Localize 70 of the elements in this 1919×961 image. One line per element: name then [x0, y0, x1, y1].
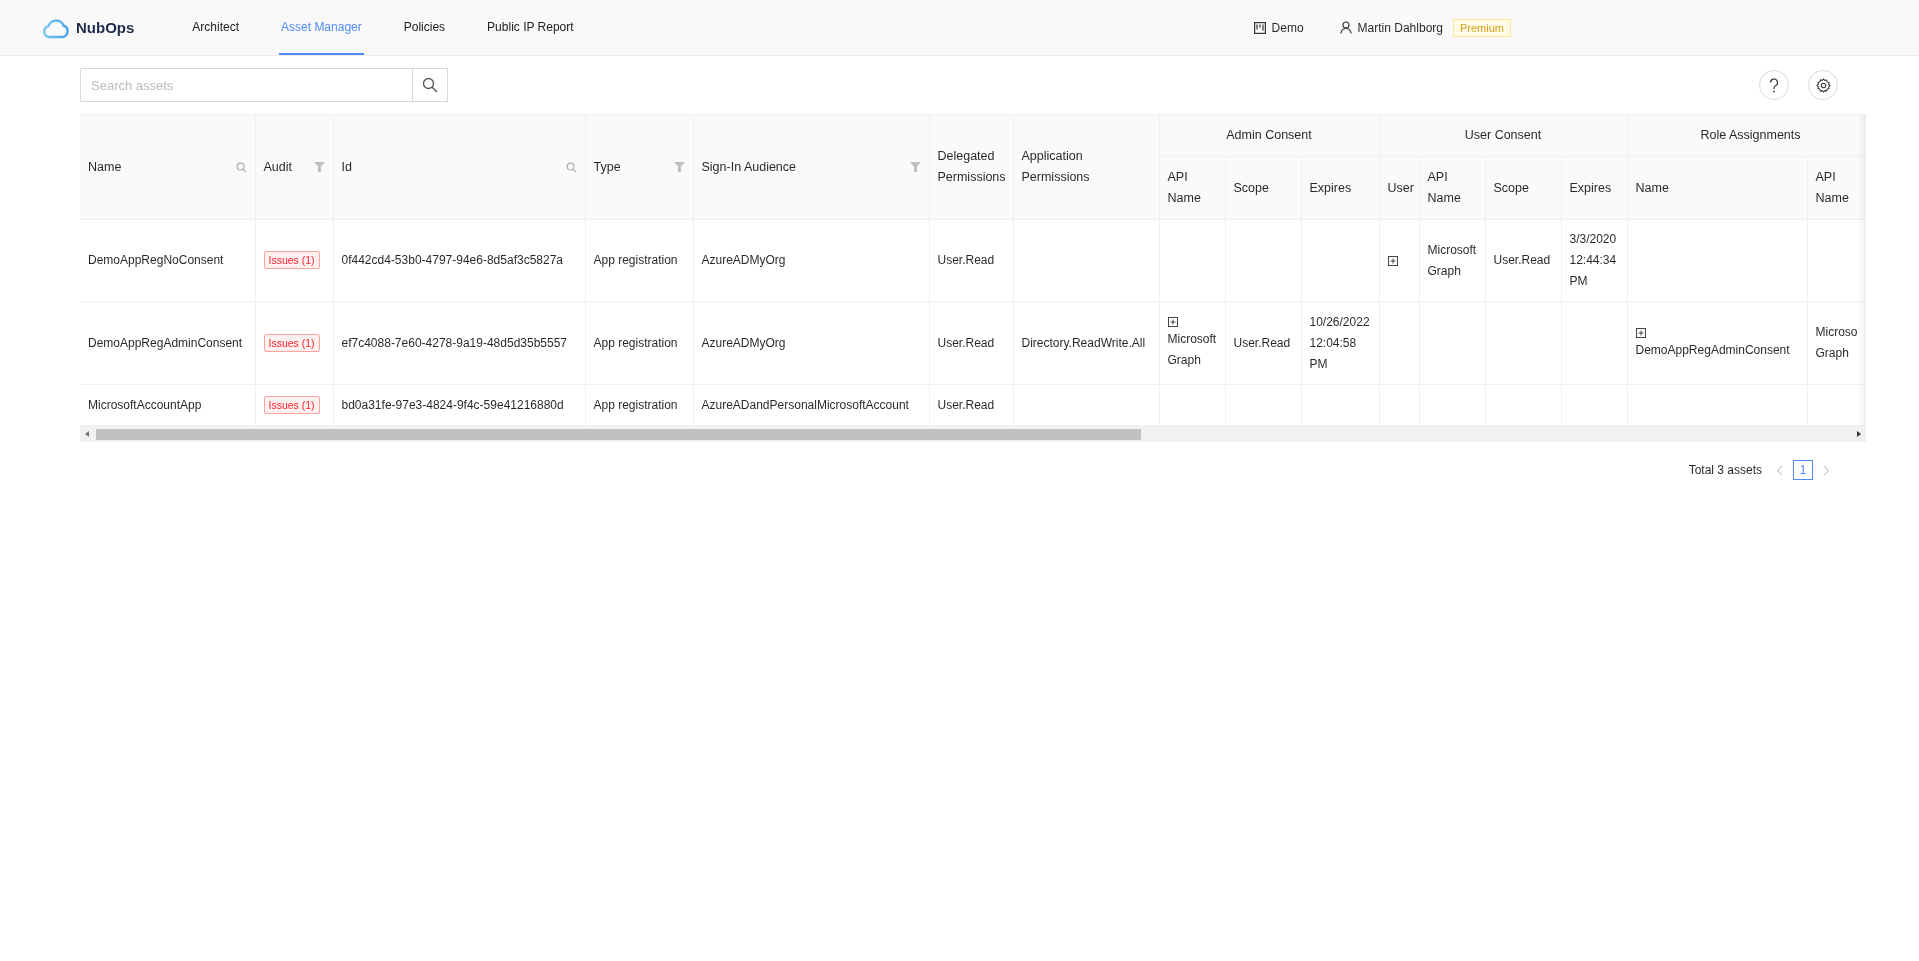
settings-button[interactable] — [1808, 70, 1838, 100]
horizontal-scrollbar[interactable] — [80, 426, 1866, 442]
expand-icon[interactable] — [1387, 255, 1398, 266]
table-cell: MicrosoftAccountApp — [80, 384, 255, 426]
search-button[interactable] — [412, 68, 448, 102]
table-cell: AzureADMyOrg — [693, 301, 929, 385]
column-header: User Consent — [1464, 128, 1542, 142]
search-field[interactable]: Search assets — [80, 68, 412, 102]
column-header: Expires — [1569, 180, 1612, 195]
table-cell: App registration — [585, 384, 693, 426]
column-header: API Name — [1427, 170, 1461, 205]
column-header: Scope — [1493, 180, 1529, 195]
board-icon — [1253, 21, 1266, 34]
column-header: API Name — [1815, 170, 1849, 205]
column-header: User — [1387, 180, 1414, 195]
table-cell: 0f442cd4-53b0-4797-94e6-8d5af3c5827a — [333, 219, 585, 302]
table-cell: bd0a31fe-97e3-4824-9f4c-59e41216880d — [333, 384, 585, 426]
settings-icon — [1815, 77, 1831, 93]
table-cell: User.Read — [929, 219, 1013, 302]
issues-badge[interactable]: Issues (1) — [263, 395, 320, 414]
previous-page-icon — [1776, 464, 1783, 476]
table-cell: AzureADMyOrg — [693, 219, 929, 302]
column-header: Name — [1635, 180, 1669, 195]
table-cell: User.Read — [929, 384, 1013, 426]
question-mark-icon — [1769, 77, 1779, 93]
column-header: Id — [341, 158, 352, 176]
table-cell: DemoAppRegNoConsent — [80, 219, 255, 302]
column-header: Expires — [1309, 180, 1352, 195]
column-header: Sign-In Audience — [701, 158, 796, 176]
table-cell: AzureADandPersonalMicrosoftAccount — [693, 384, 929, 426]
nav-tab[interactable]: Public IP Report — [485, 0, 576, 55]
expand-icon[interactable] — [1635, 327, 1646, 338]
expand-icon[interactable] — [1167, 317, 1178, 327]
column-header: Delegated Permissions — [937, 148, 1006, 186]
nav-tab[interactable]: Policies — [401, 0, 448, 55]
column-header: API Name — [1167, 170, 1201, 205]
cloud-logo-icon — [42, 16, 70, 39]
nav-tab[interactable]: Architect — [190, 0, 242, 55]
table-cell: User.Read — [1225, 301, 1301, 385]
issues-badge[interactable]: Issues (1) — [263, 251, 320, 269]
table-cell: Microsoft Graph — [1419, 219, 1485, 302]
search-icon — [422, 77, 438, 93]
total-count: Total 3 assets — [1688, 463, 1762, 477]
table-cell: Directory.ReadWrite.All — [1013, 301, 1159, 385]
table-cell: DemoAppRegAdminConsent — [80, 301, 255, 385]
table-cell: User.Read — [1485, 219, 1561, 302]
app-logo-text: NubOps — [76, 19, 135, 36]
table-cell: 10/26/2022 12:04:58 PM — [1301, 301, 1379, 385]
next-page-icon — [1823, 464, 1830, 476]
column-header: Role Assignments — [1700, 128, 1801, 142]
column-header: Name — [88, 158, 122, 176]
table-cell-text: Microsoft Graph — [1167, 332, 1217, 367]
help-button[interactable] — [1759, 70, 1789, 100]
table-cell: 3/3/2020 12:44:34 PM — [1561, 219, 1627, 302]
workspace-name[interactable]: Demo — [1271, 20, 1304, 35]
user-name[interactable]: Martin Dahlborg — [1357, 20, 1443, 35]
table-cell: App registration — [585, 219, 693, 302]
table-cell: ef7c4088-7e60-4278-9a19-48d5d35b5557 — [333, 301, 585, 385]
column-header: Scope — [1233, 180, 1269, 195]
issues-badge[interactable]: Issues (1) — [263, 333, 320, 352]
table-cell: User.Read — [929, 301, 1013, 385]
column-header: Application Permissions — [1021, 148, 1091, 186]
column-header: Audit — [263, 158, 292, 176]
column-header: Type — [593, 158, 621, 176]
table-cell: Microso Graph — [1807, 301, 1866, 385]
table-cell: App registration — [585, 301, 693, 385]
user-icon — [1339, 21, 1352, 34]
table-cell-text: DemoAppRegAdminConsent — [1635, 342, 1790, 357]
plan-badge: Premium — [1453, 18, 1511, 37]
column-header: Admin Consent — [1226, 128, 1312, 142]
